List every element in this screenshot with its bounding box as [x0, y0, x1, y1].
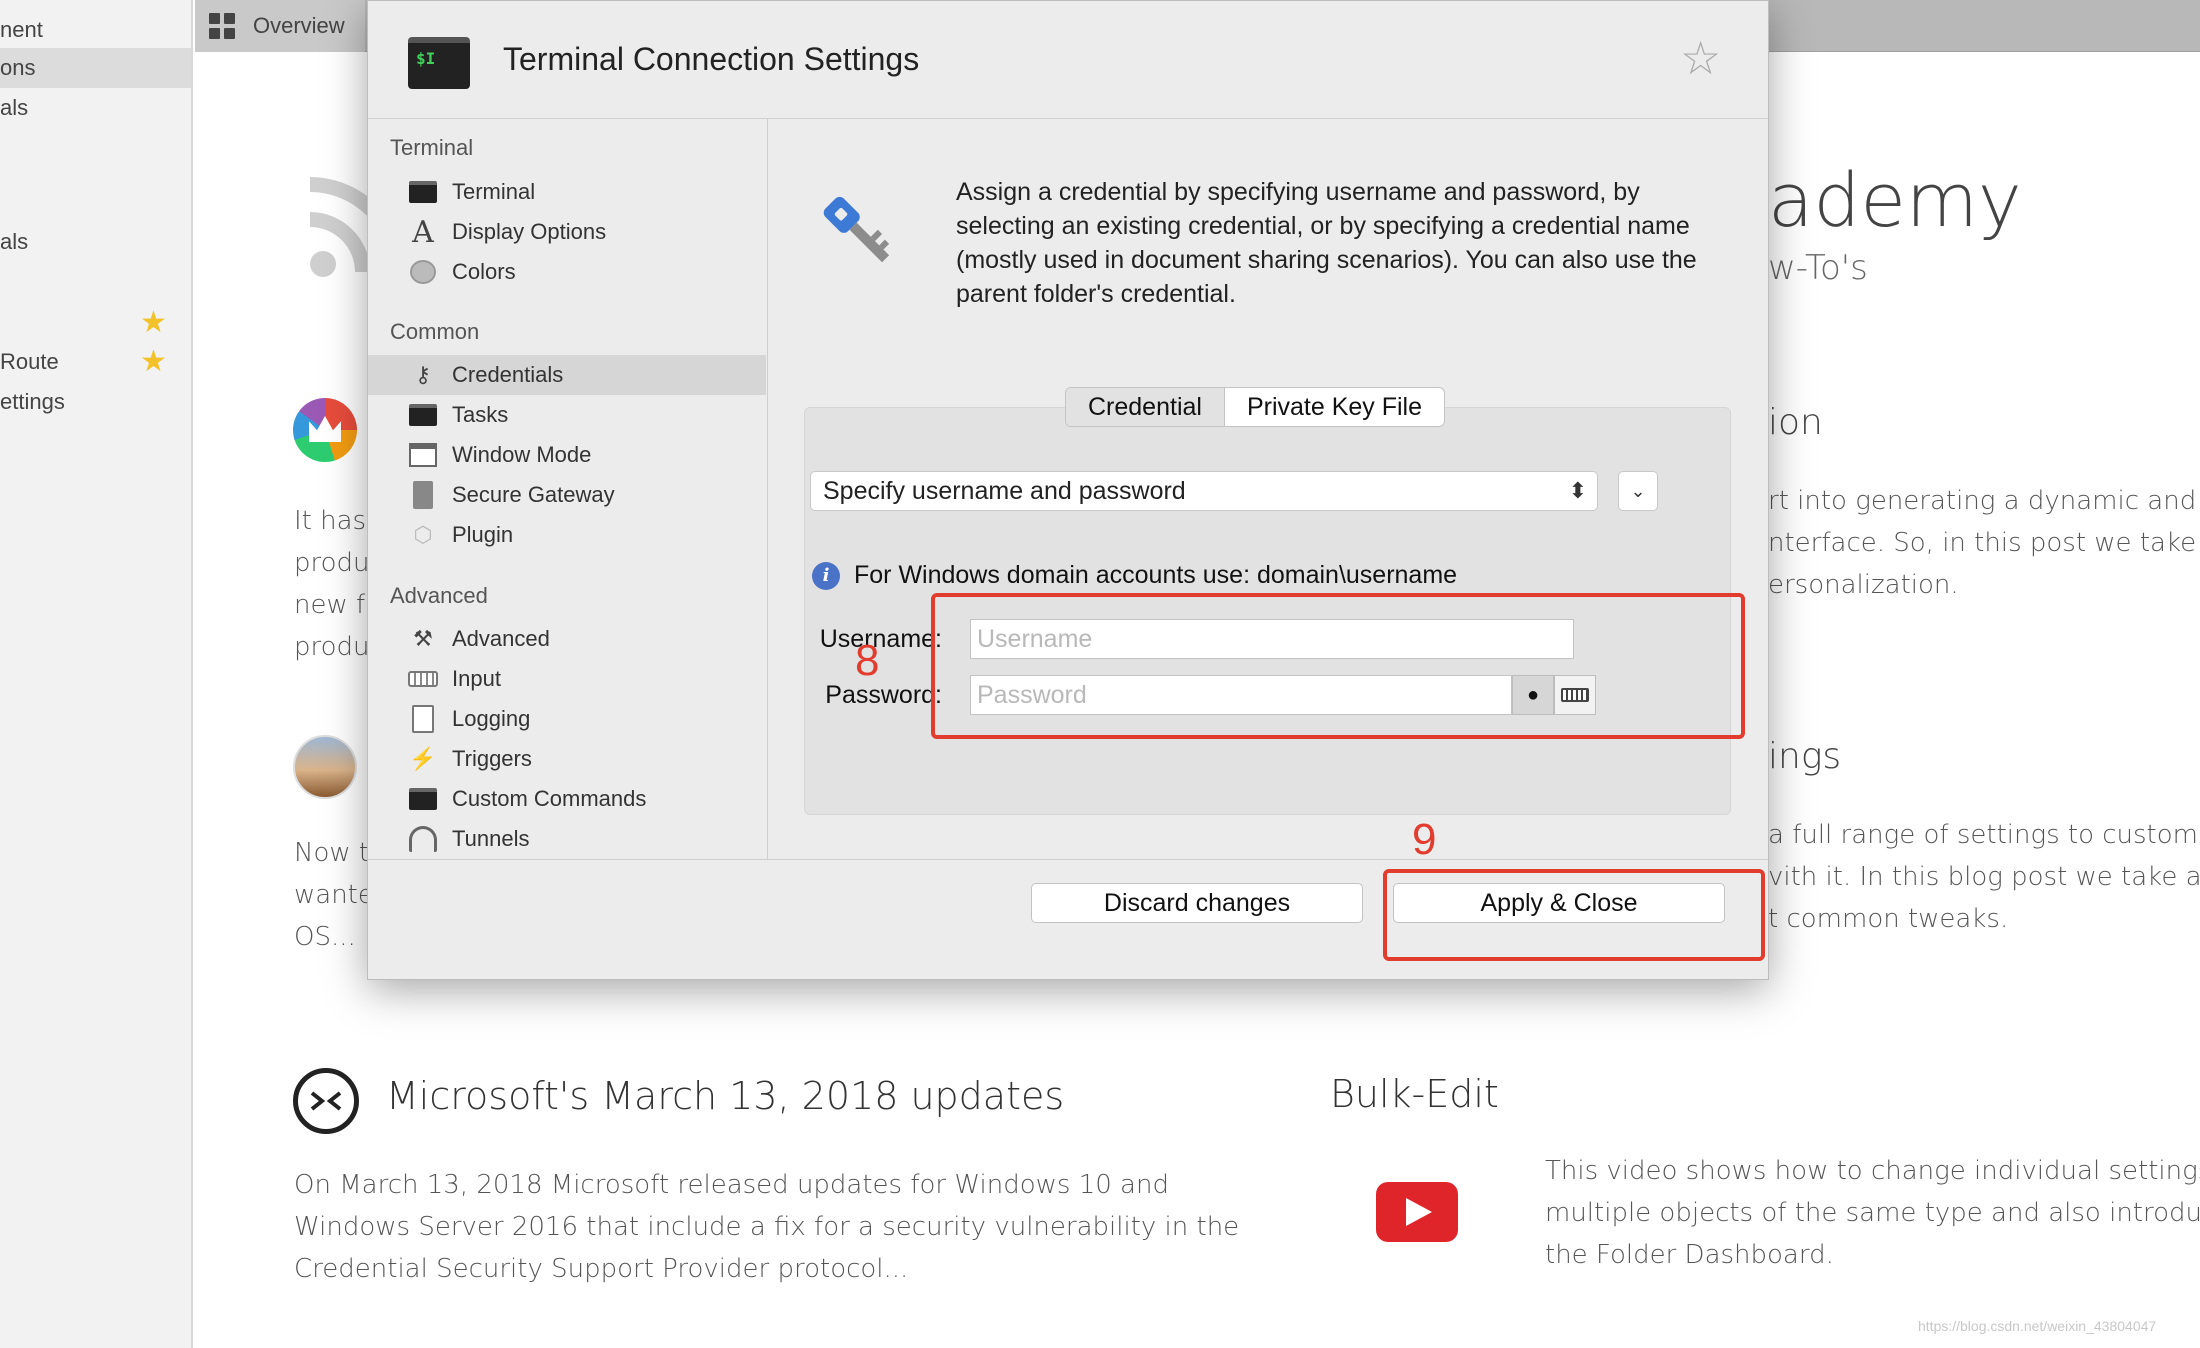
remote-desktop-icon: [293, 1068, 359, 1134]
key-icon: ⚷: [414, 362, 432, 387]
keyboard-icon: [408, 665, 438, 693]
nav-item-logging[interactable]: Logging: [368, 699, 766, 739]
terminal-icon: [408, 785, 438, 813]
nav-item-window-mode[interactable]: Window Mode: [368, 435, 766, 475]
nav-item-triggers[interactable]: ⚡ Triggers: [368, 739, 766, 779]
credentials-description: Assign a credential by specifying userna…: [956, 178, 1697, 308]
nav-item-display-options[interactable]: A Display Options: [368, 212, 766, 252]
section-text: rt into generating a dynamic and nterfac…: [1768, 486, 2200, 600]
sidebar-item-label: Route: [0, 349, 59, 374]
nav-item-terminal[interactable]: Terminal: [368, 172, 766, 212]
nav-item-secure-gateway[interactable]: Secure Gateway: [368, 475, 766, 515]
sidebar-item[interactable]: als: [0, 222, 191, 262]
tools-icon: ⚒: [413, 626, 433, 651]
sidebar-item-label: ons: [0, 55, 36, 80]
post-title[interactable]: Microsoft's March 13, 2018 updates: [386, 1074, 1064, 1118]
dialog-title: Terminal Connection Settings: [503, 41, 920, 77]
plugin-icon: ⬡: [413, 522, 433, 547]
nav-item-tunnels[interactable]: Tunnels: [368, 819, 766, 859]
academy-title: ademy: [1768, 158, 2022, 244]
nav-heading-common: Common: [390, 319, 480, 344]
nav-heading-terminal: Terminal: [390, 135, 474, 160]
watermark: https://blog.csdn.net/weixin_43804047: [1918, 1318, 2157, 1334]
terminal-icon: [408, 401, 438, 429]
sidebar-item[interactable]: Route ★: [0, 342, 191, 382]
credential-mode-value: Specify username and password: [823, 477, 1186, 505]
terminal-icon: [408, 178, 438, 206]
tab-overview[interactable]: Overview: [195, 0, 365, 52]
grid-icon: [209, 13, 235, 39]
tab-credential[interactable]: Credential: [1066, 388, 1225, 426]
section-heading: ings: [1768, 736, 1842, 777]
youtube-play-icon[interactable]: [1376, 1182, 1458, 1242]
trigger-icon: ⚡: [409, 746, 437, 771]
key-icon: [813, 189, 903, 279]
password-label: Password:: [825, 681, 942, 709]
academy-subtitle: w-To's: [1768, 248, 1868, 288]
palette-icon: [408, 258, 438, 286]
credential-mode-select[interactable]: Specify username and password ⬍: [810, 471, 1598, 511]
sidebar-item-label: ettings: [0, 389, 65, 414]
nav-item-input[interactable]: Input: [368, 659, 766, 699]
domain-info-text: For Windows domain accounts use: domain\…: [854, 561, 1458, 589]
section-heading: ion: [1768, 402, 1823, 443]
connection-settings-dialog: $I Terminal Connection Settings ☆ Termin…: [367, 0, 1769, 980]
tab-overview-label: Overview: [253, 13, 345, 38]
macos-icon: [293, 735, 357, 799]
nav-heading-advanced: Advanced: [390, 583, 488, 608]
sidebar-item[interactable]: nent: [0, 10, 191, 50]
sidebar-item[interactable]: ettings: [0, 382, 191, 422]
video-description: This video shows how to change individua…: [1545, 1156, 2200, 1270]
chevron-down-icon[interactable]: ⌄: [1618, 471, 1658, 511]
post-excerpt: On March 13, 2018 Microsoft released upd…: [294, 1170, 1240, 1284]
star-outline-icon[interactable]: ☆: [1680, 31, 1721, 85]
sidebar-item[interactable]: ★: [0, 303, 191, 343]
info-icon: i: [812, 561, 840, 590]
crown-logo-icon: [293, 398, 357, 462]
tab-private-key-file[interactable]: Private Key File: [1225, 388, 1444, 426]
username-label: Username:: [819, 625, 942, 653]
annotation-number: 8: [855, 636, 880, 685]
select-arrows-icon: ⬍: [1568, 478, 1587, 503]
domain-info: i For Windows domain accounts use: domai…: [812, 561, 1457, 590]
annotation-number: 9: [1412, 815, 1437, 864]
sidebar-item-label: nent: [0, 17, 43, 42]
font-icon: A: [412, 214, 434, 250]
sidebar-item[interactable]: als: [0, 88, 191, 128]
dialog-header: $I Terminal Connection Settings ☆: [368, 1, 1768, 119]
sidebar-item-label: als: [0, 95, 29, 120]
sidebar-item-label: als: [0, 229, 29, 254]
annotation-box-credentials: [931, 593, 1745, 739]
left-sidebar: nent ons als als ★ Route ★ ettings: [0, 0, 193, 1348]
nav-item-plugin[interactable]: ⬡ Plugin: [368, 515, 766, 555]
section-text: a full range of settings to customize vi…: [1768, 820, 2200, 934]
video-title[interactable]: Bulk-Edit: [1330, 1072, 1499, 1116]
annotation-box-apply: [1383, 869, 1765, 961]
nav-item-credentials[interactable]: ⚷ Credentials: [368, 355, 766, 395]
nav-item-colors[interactable]: Colors: [368, 252, 766, 292]
tunnel-icon: [408, 825, 438, 853]
nav-item-custom-commands[interactable]: Custom Commands: [368, 779, 766, 819]
discard-changes-button[interactable]: Discard changes: [1031, 883, 1363, 923]
nav-item-advanced[interactable]: ⚒ Advanced: [368, 619, 766, 659]
settings-content: Assign a credential by specifying userna…: [768, 119, 1768, 859]
log-icon: [408, 705, 438, 733]
nav-item-tasks[interactable]: Tasks: [368, 395, 766, 435]
star-icon: ★: [140, 306, 167, 339]
sidebar-item-selected[interactable]: ons: [0, 48, 191, 88]
terminal-logo-icon: $I: [408, 37, 470, 89]
gateway-icon: [408, 481, 438, 509]
settings-nav: Terminal Terminal A Display Options Color…: [368, 119, 768, 859]
credential-tabs: Credential Private Key File: [1065, 387, 1446, 427]
star-icon: ★: [140, 345, 167, 378]
window-icon: [408, 441, 438, 469]
